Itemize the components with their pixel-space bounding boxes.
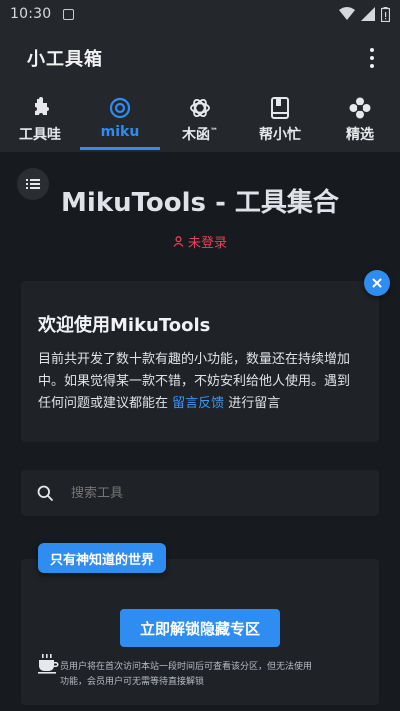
tab-bar: 工具哇 miku 木函™ 帮小忙 精选 [0, 88, 400, 152]
tab-bangxiaomang[interactable]: 帮小忙 [240, 88, 320, 152]
secret-zone-note: 员用户将在首次访问本站一段时间后可查看该分区，但无法使用 功能，会员用户可无需等… [60, 662, 313, 687]
puzzle-icon [28, 96, 52, 120]
tab-muhan[interactable]: 木函™ [160, 88, 240, 152]
search-icon [37, 485, 53, 501]
search-input[interactable] [71, 485, 331, 501]
target-icon [108, 96, 132, 120]
trademark: ™ [210, 126, 218, 136]
app-bar: 小工具箱 [0, 28, 400, 88]
app-title: 小工具箱 [27, 49, 103, 70]
signal-icon [361, 7, 375, 21]
status-bar: 10:30 [0, 0, 400, 28]
close-button[interactable] [364, 270, 390, 296]
coffee-icon[interactable] [36, 651, 62, 677]
tab-miku[interactable]: miku [80, 88, 160, 152]
secret-zone-badge: 只有神知道的世界 [38, 543, 167, 573]
search-box[interactable] [21, 470, 379, 516]
login-status-text: 未登录 [187, 236, 227, 251]
welcome-card: 欢迎使用MikuTools 目前共开发了数十款有趣的小功能，数量还在持续增加中。… [21, 281, 379, 442]
page-title: MikuTools - 工具集合 [61, 188, 339, 218]
battery-icon [381, 6, 390, 22]
notification-icon [63, 8, 75, 20]
welcome-title: 欢迎使用MikuTools [38, 315, 211, 336]
wifi-icon [339, 7, 355, 20]
tab-label: 精选 [346, 127, 374, 143]
tab-label: miku [100, 124, 140, 140]
feedback-link[interactable]: 留言反馈 [172, 396, 224, 411]
status-icons [339, 6, 390, 22]
welcome-body: 目前共开发了数十款有趣的小功能，数量还在持续增加中。如果觉得某一款不错，不妨安利… [38, 352, 351, 411]
flower-icon [348, 96, 372, 120]
openai-icon [188, 96, 212, 120]
more-vert-icon[interactable] [362, 45, 382, 71]
tab-label: 帮小忙 [259, 127, 301, 143]
tab-label: 木函™ [182, 126, 218, 143]
unlock-hidden-zone-button[interactable]: 立即解锁隐藏专区 [120, 609, 280, 647]
book-icon [268, 96, 292, 120]
tab-gongjuwa[interactable]: 工具哇 [0, 88, 80, 152]
user-icon [173, 236, 184, 247]
close-icon [372, 278, 382, 288]
login-status[interactable]: 未登录 [0, 232, 400, 251]
status-time: 10:30 [10, 6, 52, 22]
tab-jingxuan[interactable]: 精选 [320, 88, 400, 152]
tab-label: 工具哇 [19, 127, 61, 143]
